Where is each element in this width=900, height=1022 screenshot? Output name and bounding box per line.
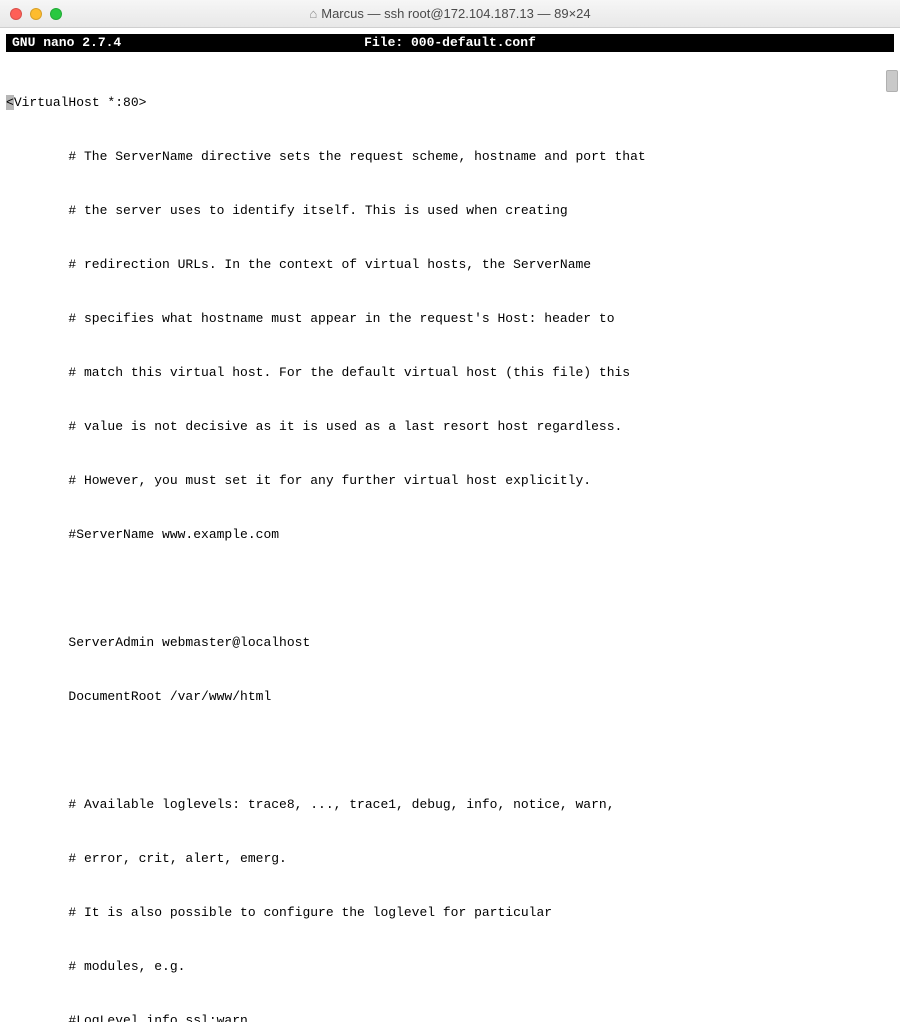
- terminal-area[interactable]: GNU nano 2.7.4 File: 000-default.conf <V…: [0, 34, 900, 517]
- file-line: #LogLevel info ssl:warn: [6, 1012, 894, 1022]
- file-line: [6, 742, 894, 760]
- file-line: # value is not decisive as it is used as…: [6, 418, 894, 436]
- file-line-1-rest: VirtualHost *:80>: [14, 95, 147, 110]
- file-line: # specifies what hostname must appear in…: [6, 310, 894, 328]
- file-line: # error, crit, alert, emerg.: [6, 850, 894, 868]
- file-line-1: <VirtualHost *:80>: [6, 94, 894, 112]
- file-line: # Available loglevels: trace8, ..., trac…: [6, 796, 894, 814]
- file-line: # the server uses to identify itself. Th…: [6, 202, 894, 220]
- file-line: # match this virtual host. For the defau…: [6, 364, 894, 382]
- window-title: ⌂ Marcus — ssh root@172.104.187.13 — 89×2…: [0, 5, 900, 23]
- file-line: # It is also possible to configure the l…: [6, 904, 894, 922]
- file-line: # modules, e.g.: [6, 958, 894, 976]
- file-line: ServerAdmin webmaster@localhost: [6, 634, 894, 652]
- editor-content[interactable]: <VirtualHost *:80> # The ServerName dire…: [0, 52, 900, 1022]
- window-controls: [10, 8, 62, 20]
- nano-title-bar: GNU nano 2.7.4 File: 000-default.conf: [6, 34, 894, 52]
- file-line: #ServerName www.example.com: [6, 526, 894, 544]
- file-line: # redirection URLs. In the context of vi…: [6, 256, 894, 274]
- file-line: # However, you must set it for any furth…: [6, 472, 894, 490]
- scrollbar-thumb[interactable]: [886, 70, 898, 92]
- window-title-text: Marcus — ssh root@172.104.187.13 — 89×24: [321, 6, 590, 21]
- close-icon[interactable]: [10, 8, 22, 20]
- minimize-icon[interactable]: [30, 8, 42, 20]
- zoom-icon[interactable]: [50, 8, 62, 20]
- file-line: [6, 580, 894, 598]
- nano-file-label: File: 000-default.conf: [6, 34, 894, 52]
- file-line: DocumentRoot /var/www/html: [6, 688, 894, 706]
- home-icon: ⌂: [309, 6, 317, 21]
- text-cursor: <: [6, 95, 14, 110]
- file-line: # The ServerName directive sets the requ…: [6, 148, 894, 166]
- window-titlebar: ⌂ Marcus — ssh root@172.104.187.13 — 89×2…: [0, 0, 900, 28]
